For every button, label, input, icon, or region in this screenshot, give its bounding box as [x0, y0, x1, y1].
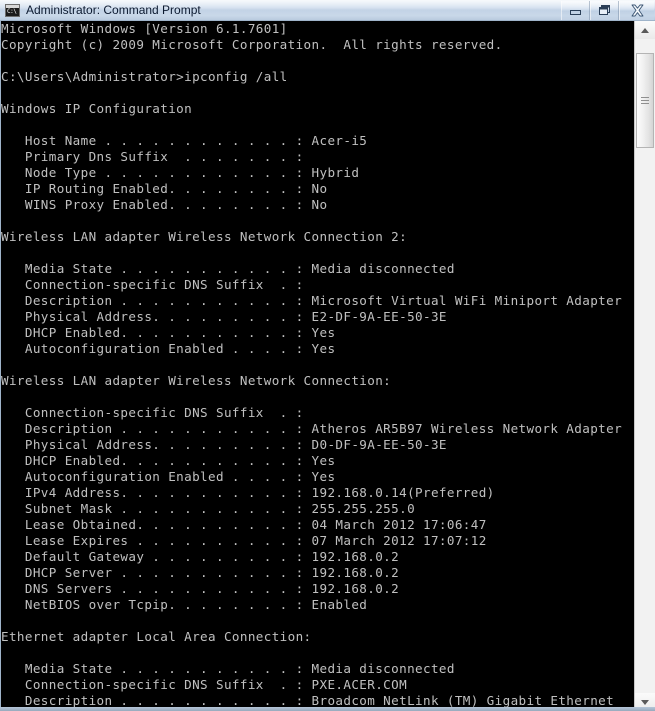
command-prompt-icon: C:\ [5, 4, 20, 17]
scrollbar-thumb[interactable] [636, 53, 654, 148]
restore-button[interactable] [590, 0, 619, 20]
console-line: Wireless LAN adapter Wireless Network Co… [1, 373, 392, 388]
console-line: Copyright (c) 2009 Microsoft Corporation… [1, 37, 503, 52]
console-line: Media State . . . . . . . . . . . : Medi… [1, 261, 455, 276]
scrollbar-track[interactable] [635, 39, 655, 693]
console-line: DHCP Enabled. . . . . . . . . . . : Yes [1, 453, 336, 468]
command-prompt-window: C:\ Administrator: Command Prompt Micros… [0, 0, 655, 711]
console-line: Physical Address. . . . . . . . . : D0-D… [1, 437, 447, 452]
console-line: Primary Dns Suffix . . . . . . . : [1, 149, 304, 164]
window-title: Administrator: Command Prompt [26, 3, 201, 17]
console-line: Lease Expires . . . . . . . . . . : 07 M… [1, 533, 487, 548]
window-left-border [0, 21, 1, 711]
scroll-down-arrow-icon [641, 699, 649, 705]
console-line: Node Type . . . . . . . . . . . . : Hybr… [1, 165, 360, 180]
minimize-button[interactable] [561, 0, 590, 20]
console-output[interactable]: Microsoft Windows [Version 6.1.7601] Copy… [0, 21, 634, 711]
console-line: Lease Obtained. . . . . . . . . . : 04 M… [1, 517, 487, 532]
console-line: Subnet Mask . . . . . . . . . . . : 255.… [1, 501, 416, 516]
vertical-scrollbar[interactable] [634, 21, 655, 711]
console-line: Description . . . . . . . . . . . : Athe… [1, 421, 623, 436]
console-line: Ethernet adapter Local Area Connection: [1, 629, 312, 644]
minimize-icon [570, 9, 581, 15]
console-line: Physical Address. . . . . . . . . : E2-D… [1, 309, 447, 324]
console-line: DHCP Enabled. . . . . . . . . . . : Yes [1, 325, 336, 340]
console-line: Microsoft Windows [Version 6.1.7601] [1, 21, 288, 36]
console-line: Default Gateway . . . . . . . . . : 192.… [1, 549, 400, 564]
console-line: WINS Proxy Enabled. . . . . . . . : No [1, 197, 328, 212]
scroll-up-arrow-icon [641, 27, 649, 33]
window-titlebar[interactable]: C:\ Administrator: Command Prompt [0, 0, 655, 21]
console-line: Connection-specific DNS Suffix . : PXE.A… [1, 677, 408, 692]
console-line: DHCP Server . . . . . . . . . . . : 192.… [1, 565, 400, 580]
close-button[interactable] [619, 0, 654, 20]
window-bottom-border [0, 707, 655, 711]
window-controls [561, 0, 654, 20]
console-line: Host Name . . . . . . . . . . . . : Acer… [1, 133, 368, 148]
scrollbar-grip-icon [641, 96, 649, 105]
console-line: Connection-specific DNS Suffix . : [1, 405, 304, 420]
console-line: Media State . . . . . . . . . . . : Medi… [1, 661, 455, 676]
scroll-up-arrow[interactable] [635, 21, 655, 39]
restore-icon [599, 5, 610, 15]
console-line: IP Routing Enabled. . . . . . . . : No [1, 181, 328, 196]
close-icon [631, 4, 643, 16]
console-line: NetBIOS over Tcpip. . . . . . . . : Enab… [1, 597, 368, 612]
console-line: Wireless LAN adapter Wireless Network Co… [1, 229, 408, 244]
console-line: DNS Servers . . . . . . . . . . . : 192.… [1, 581, 400, 596]
console-line: IPv4 Address. . . . . . . . . . . : 192.… [1, 485, 495, 500]
console-line: Connection-specific DNS Suffix . : [1, 277, 304, 292]
icon-prompt-glyph: C:\ [7, 8, 17, 15]
console-line: C:\Users\Administrator>ipconfig /all [1, 69, 288, 84]
console-line: Autoconfiguration Enabled . . . . : Yes [1, 469, 336, 484]
console-line: Autoconfiguration Enabled . . . . : Yes [1, 341, 336, 356]
console-line: Description . . . . . . . . . . . : Micr… [1, 293, 623, 308]
console-line: Windows IP Configuration [1, 101, 193, 116]
